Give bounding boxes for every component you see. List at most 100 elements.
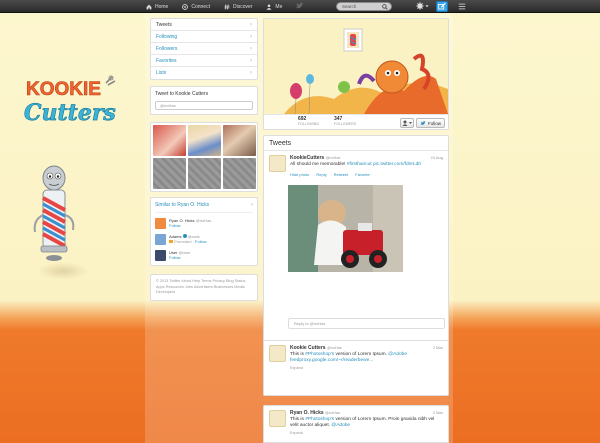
sidebar-item-followers[interactable]: Followers › (151, 43, 257, 55)
promoted-icon (169, 240, 173, 243)
follow-link[interactable]: Follow (169, 255, 190, 260)
follow-link[interactable]: Follow (169, 223, 211, 228)
gallery-photo[interactable] (223, 125, 256, 156)
tweet-date[interactable]: 2 Mar (433, 410, 443, 415)
tweet-to-panel: Tweet to Kookie Cutters @noHas (150, 86, 258, 115)
tweet[interactable]: Kookie Cutters @noHas 2 Mar This is #Pho… (263, 340, 449, 396)
bird-icon[interactable] (295, 2, 304, 12)
tweet-body: version of Lorem Ipsum. (334, 352, 389, 357)
tweet-body: All should me memorable! (290, 162, 346, 167)
left-column: Tweets › Following › Followers › Favorites ›… (150, 18, 258, 301)
sidebar-item-label: Lists (156, 70, 167, 76)
svg-text:Cutters: Cutters (24, 100, 116, 126)
chevron-right-icon: › (250, 45, 252, 52)
photo-link[interactable]: pic.twitter.com/fdnrLd0 (373, 162, 421, 167)
profile-stats: 692 FOLLOWING 347 FOLLOWERS Follow (264, 114, 448, 129)
photo-gallery (150, 122, 258, 192)
stat-following[interactable]: 692 FOLLOWING (298, 117, 319, 127)
stat-followers[interactable]: 347 FOLLOWERS (334, 117, 356, 127)
tweet-body: This is (290, 417, 306, 422)
bird-icon (420, 120, 426, 125)
nav-me-label: Me (275, 3, 283, 10)
gallery-photo[interactable] (188, 158, 221, 189)
follow-link[interactable]: Follow (195, 239, 207, 244)
user-actions-button[interactable] (400, 118, 414, 128)
tweet[interactable]: KookieCutters @noHas 24 Aug All should m… (264, 151, 448, 177)
nav-me[interactable]: Me (266, 4, 282, 10)
barber-pole-mascot (29, 160, 83, 270)
expand-link[interactable]: Expand (290, 431, 443, 435)
retweet-action[interactable]: Retweet (334, 172, 349, 177)
nav-discover[interactable]: Discover (224, 4, 252, 10)
timeline-title: Tweets (264, 136, 448, 151)
tweet-author[interactable]: Ryan O. Hicks (290, 410, 324, 416)
sidebar-item-tweets[interactable]: Tweets › (151, 19, 257, 31)
chevron-right-icon: › (251, 202, 253, 208)
avatar[interactable] (155, 234, 166, 245)
gallery-photo[interactable] (153, 158, 186, 189)
sidebar-item-following[interactable]: Following › (151, 31, 257, 43)
gallery-photo[interactable] (188, 125, 221, 156)
hashtag-link[interactable]: #Photoshop's (305, 352, 334, 357)
gallery-photo[interactable] (153, 125, 186, 156)
avatar[interactable] (155, 250, 166, 261)
tweet-body: This is (290, 352, 306, 357)
nav-connect[interactable]: Connect (182, 4, 210, 10)
avatar[interactable] (269, 410, 286, 427)
compose-icon (438, 2, 446, 10)
profile-nav: Tweets › Following › Followers › Favorites ›… (150, 18, 258, 80)
tweet-actions: Hide photo Reply Retweet Favorite (290, 172, 443, 177)
similar-title: Similar to Ryan O. Hicks (155, 202, 210, 208)
mention-link[interactable]: @Adobe (331, 423, 350, 428)
hashtag-link[interactable]: #Photoshop's (305, 417, 334, 422)
favorite-action[interactable]: Favorite (355, 172, 369, 177)
tweet-text: All should me memorable! #firsthaircut p… (290, 162, 443, 168)
search-placeholder: Search (342, 4, 357, 9)
compose-button[interactable] (436, 1, 448, 12)
search-icon[interactable] (382, 4, 388, 10)
avatar[interactable] (269, 155, 286, 172)
similar-header[interactable]: Similar to Ryan O. Hicks › (155, 202, 253, 213)
search-input[interactable]: Search (336, 2, 392, 11)
main-column: 692 FOLLOWING 347 FOLLOWERS Follow Tweet… (263, 18, 449, 348)
chevron-down-icon (425, 5, 429, 8)
tweet-author[interactable]: KookieCutters (290, 155, 324, 161)
list-item: Ryan O. Hicks @noHas Follow (155, 218, 253, 229)
url-link[interactable]: feedproxy.google.com/~r/readerbewe... (290, 358, 373, 363)
sidebar-item-label: Favorites (156, 57, 177, 64)
gear-icon (416, 2, 424, 10)
footer-links[interactable]: © 2013 Twitter About Help Terms Privacy … (150, 274, 258, 301)
profile-header: 692 FOLLOWING 347 FOLLOWERS Follow (263, 18, 449, 130)
tweet-author[interactable]: Kookie Cutters (290, 345, 326, 351)
expand-link[interactable]: Expand (290, 366, 443, 370)
tweet-text: This is #Photoshop's version of Lorem Ip… (290, 417, 443, 429)
tweet[interactable]: Ryan O. Hicks @noHas 2 Mar This is #Phot… (263, 405, 449, 443)
menu-icon[interactable] (458, 3, 466, 12)
sidebar-item-lists[interactable]: Lists › (151, 67, 257, 79)
mention-link[interactable]: @Adobe (388, 352, 407, 357)
stat-label: FOLLOWERS (334, 122, 356, 126)
tweet-date[interactable]: 2 Mar (433, 345, 443, 350)
tweet-photo[interactable] (288, 185, 403, 272)
follow-button[interactable]: Follow (416, 118, 445, 128)
hashtag-link[interactable]: #firsthaircut (347, 162, 372, 167)
avatar[interactable] (269, 345, 286, 362)
reply-input[interactable]: Reply to @noHas (288, 318, 445, 329)
gallery-photo[interactable] (223, 158, 256, 189)
nav-home[interactable]: Home (146, 4, 168, 10)
chevron-right-icon: › (250, 33, 252, 40)
tweet-to-input[interactable]: @noHas (155, 101, 253, 110)
verified-icon (182, 234, 187, 238)
hide-photo-action[interactable]: Hide photo (290, 172, 309, 177)
tweet-to-title: Tweet to Kookie Cutters (155, 91, 209, 97)
sidebar-item-label: Followers (156, 45, 178, 52)
avatar[interactable] (155, 218, 166, 229)
similar-panel: Similar to Ryan O. Hicks › Ryan O. Hicks… (150, 197, 258, 266)
settings-menu[interactable] (416, 2, 429, 10)
top-nav: Home Connect Discover Me (146, 0, 282, 13)
reply-action[interactable]: Reply (316, 172, 326, 177)
sidebar-item-favorites[interactable]: Favorites › (151, 55, 257, 67)
nav-discover-label: Discover (232, 3, 253, 10)
promoted-label: Promoted · (174, 239, 194, 244)
tweet-date[interactable]: 24 Aug (431, 155, 443, 160)
